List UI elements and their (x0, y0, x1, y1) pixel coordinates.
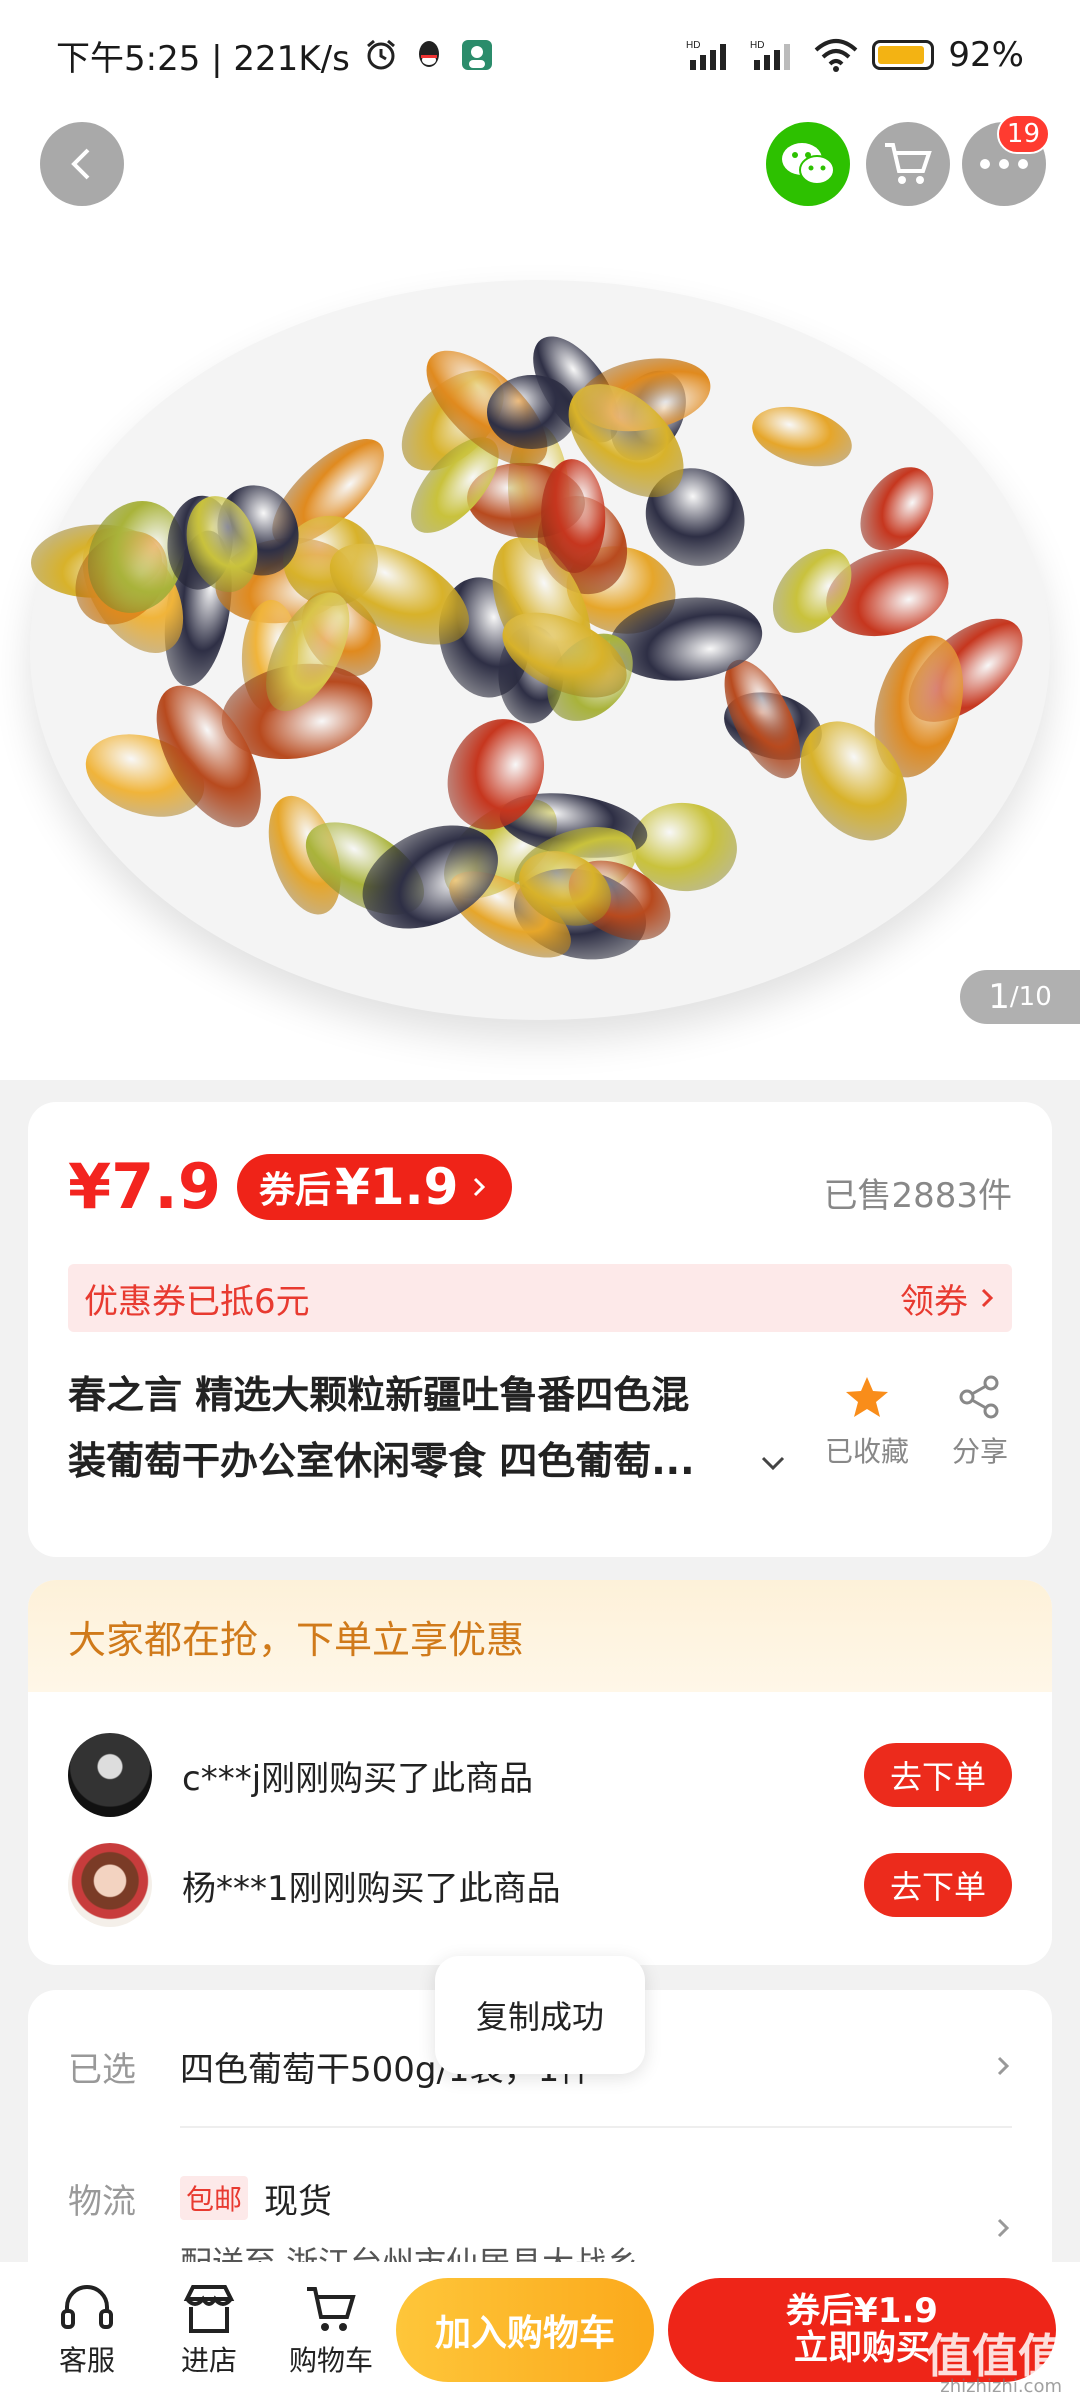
svg-text:HD: HD (686, 40, 700, 51)
coupon-price: ¥1.9 (335, 1157, 459, 1216)
buy-now-coupon-price: 券后¥1.9 (786, 2290, 938, 2331)
add-to-cart-button[interactable]: 加入购物车 (396, 2278, 654, 2382)
buyer-text: 杨***1刚刚购买了此商品 (182, 1868, 561, 1909)
favorite-button[interactable]: 已收藏 (817, 1374, 917, 1470)
cart-nav-label: 购物车 (288, 2344, 373, 2377)
recent-buyers-header: 大家都在抢，下单立享优惠 (28, 1580, 1052, 1692)
place-order-button[interactable]: 去下单 (864, 1853, 1012, 1917)
product-title-line1: 春之言 精选大颗粒新疆吐鲁番四色混 (68, 1373, 690, 1417)
more-menu-button[interactable]: 19 (962, 114, 1050, 206)
battery-icon (872, 40, 935, 70)
star-icon (846, 1377, 888, 1417)
buyer-row: c***j刚刚购买了此商品 去下单 (68, 1730, 1012, 1820)
chevron-right-icon (981, 1288, 994, 1308)
signal-hd-icon-2: HD (750, 40, 791, 70)
chevron-right-icon (997, 2218, 1010, 2238)
current-price: ¥7.9 (68, 1150, 221, 1223)
chevron-down-icon[interactable] (758, 1452, 788, 1474)
selected-label: 已选 (68, 2049, 136, 2090)
buy-now-label: 立即购买 (794, 2328, 930, 2368)
store-icon (183, 2285, 235, 2333)
chevron-left-icon (71, 148, 90, 180)
battery-percent: 92% (948, 35, 1024, 75)
qq-icon (418, 41, 439, 67)
price-card: ¥7.9 券后 ¥1.9 已售2883件 优惠券已抵6元 领券 春之言 精选大颗… (28, 1102, 1052, 1557)
sold-count: 已售2883件 (823, 1176, 1012, 1216)
customer-service-label: 客服 (58, 2344, 115, 2377)
place-order-button[interactable]: 去下单 (864, 1743, 1012, 1807)
status-bar: 下午5:25 | 221K/s HD HD 92% (0, 0, 1080, 110)
share-button[interactable]: 分享 (930, 1374, 1030, 1470)
share-label: 分享 (951, 1435, 1008, 1468)
status-time: 下午5:25 | 221K/s (56, 38, 350, 79)
share-icon (959, 1375, 999, 1419)
more-dots-icon (980, 159, 1028, 169)
coupon-bar[interactable]: 优惠券已抵6元 领券 (68, 1264, 1012, 1332)
customer-service-button[interactable]: 客服 (26, 2283, 148, 2379)
bottom-action-bar: 客服 进店 购物车 加入购物车 券后¥1.9 立即购买 (0, 2262, 1080, 2400)
favorite-label: 已收藏 (824, 1435, 909, 1468)
svg-text:HD: HD (750, 40, 764, 51)
chevron-right-icon (997, 2056, 1010, 2076)
back-button[interactable] (40, 122, 124, 206)
wechat-share-button[interactable] (766, 122, 850, 206)
logistics-label: 物流 (68, 2181, 136, 2222)
cart-nav-button[interactable]: 购物车 (270, 2283, 392, 2379)
coupon-prefix: 券后 (258, 1169, 331, 1211)
buyer-row: 杨***1刚刚购买了此商品 去下单 (68, 1840, 1012, 1930)
chevron-right-icon (474, 1177, 486, 1196)
product-title: 春之言 精选大颗粒新疆吐鲁番四色混 装葡萄干办公室休闲零食 四色葡萄... (68, 1362, 768, 1494)
gallery-total: /10 (1009, 982, 1052, 1012)
cart-button[interactable] (866, 122, 950, 206)
notification-badge: 19 (996, 114, 1050, 154)
watermark-url: zhizhizhi.com (940, 2376, 1062, 2397)
app-notification-icon (461, 40, 492, 70)
divider (180, 2126, 1012, 2128)
avatar (68, 1843, 152, 1927)
store-button[interactable]: 进店 (148, 2283, 270, 2379)
stock-status: 现货 (264, 2181, 333, 2222)
coupon-price-pill[interactable]: 券后 ¥1.9 (236, 1153, 513, 1220)
alarm-icon (366, 39, 395, 70)
raisin-shape (487, 374, 578, 450)
coupon-deducted-text: 优惠券已抵6元 (84, 1281, 310, 1322)
wechat-icon (782, 143, 835, 185)
store-label: 进店 (180, 2344, 237, 2377)
wifi-icon (815, 39, 858, 72)
logistics-row[interactable]: 物流 包邮 现货 (68, 2158, 1012, 2238)
gallery-page-indicator: 1/10 (960, 970, 1080, 1024)
signal-hd-icon-1: HD (686, 40, 727, 70)
free-shipping-tag: 包邮 (180, 2176, 249, 2220)
cart-icon (307, 2287, 356, 2331)
avatar (68, 1733, 152, 1817)
gallery-current: 1 (988, 977, 1010, 1017)
claim-coupon-link[interactable]: 领券 (900, 1274, 968, 1323)
copy-success-toast: 复制成功 (435, 1956, 645, 2074)
buyer-text: c***j刚刚购买了此商品 (182, 1758, 534, 1799)
recent-buyers-card: 大家都在抢，下单立享优惠 c***j刚刚购买了此商品 去下单 杨***1刚刚购买… (28, 1580, 1052, 1965)
cart-icon (885, 143, 932, 184)
product-title-line2: 装葡萄干办公室休闲零食 四色葡萄... (68, 1439, 695, 1483)
headset-icon (61, 2285, 113, 2329)
